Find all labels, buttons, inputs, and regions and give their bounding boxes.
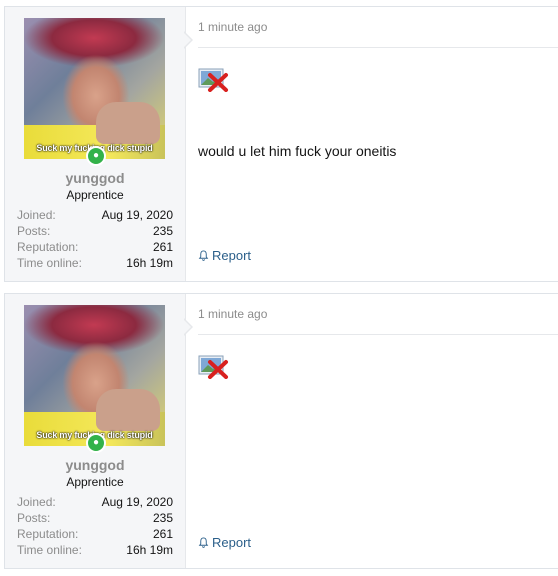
- post: Suck my fucking dick stupid ● yunggod Ap…: [4, 6, 558, 282]
- stat-value: 16h 19m: [126, 256, 173, 270]
- divider: [198, 47, 558, 48]
- report-label: Report: [212, 535, 252, 550]
- user-stats: Joined: Aug 19, 2020 Posts: 235 Reputati…: [17, 494, 173, 558]
- thread-post-list: Suck my fucking dick stupid ● yunggod Ap…: [0, 0, 558, 576]
- stat-value: 235: [152, 511, 173, 525]
- username[interactable]: yunggod: [5, 170, 185, 186]
- avatar-hand: [96, 389, 160, 431]
- stat-label: Posts:: [17, 224, 51, 238]
- stat-time-online: Time online: 16h 19m: [17, 542, 173, 558]
- broken-image-icon: [198, 68, 228, 92]
- user-stats: Joined: Aug 19, 2020 Posts: 235 Reputati…: [17, 207, 173, 271]
- user-avatar[interactable]: Suck my fucking dick stupid: [24, 305, 165, 446]
- post-message: would u let him fuck your oneitis: [198, 143, 397, 159]
- stat-label: Reputation:: [17, 240, 79, 254]
- user-title: Apprentice: [66, 188, 124, 202]
- stat-label: Time online:: [17, 543, 82, 557]
- stat-label: Joined:: [17, 208, 56, 222]
- post-arrow: [183, 31, 193, 49]
- username[interactable]: yunggod: [5, 457, 185, 473]
- stat-value: Aug 19, 2020: [101, 208, 173, 222]
- stat-label: Joined:: [17, 495, 56, 509]
- user-online-icon: ●: [86, 146, 106, 166]
- post-timestamp[interactable]: 1 minute ago: [198, 307, 267, 321]
- user-title: Apprentice: [66, 475, 124, 489]
- stat-posts: Posts: 235: [17, 223, 173, 239]
- stat-value: 16h 19m: [126, 543, 173, 557]
- stat-posts: Posts: 235: [17, 510, 173, 526]
- avatar-hand: [96, 102, 160, 144]
- report-button[interactable]: Report: [198, 535, 251, 550]
- stat-value: 261: [152, 240, 173, 254]
- report-label: Report: [212, 248, 252, 263]
- stat-value: Aug 19, 2020: [101, 495, 173, 509]
- user-online-icon: ●: [86, 433, 106, 453]
- stat-reputation: Reputation: 261: [17, 526, 173, 542]
- post-arrow: [183, 318, 193, 336]
- broken-image-icon: [198, 355, 228, 379]
- stat-label: Posts:: [17, 511, 51, 525]
- stat-reputation: Reputation: 261: [17, 239, 173, 255]
- stat-value: 235: [152, 224, 173, 238]
- post: Suck my fucking dick stupid ● yunggod Ap…: [4, 293, 558, 569]
- bell-icon: [198, 250, 209, 261]
- divider: [198, 334, 558, 335]
- user-avatar[interactable]: Suck my fucking dick stupid: [24, 18, 165, 159]
- stat-time-online: Time online: 16h 19m: [17, 255, 173, 271]
- stat-label: Reputation:: [17, 527, 79, 541]
- post-user-info: Suck my fucking dick stupid ● yunggod Ap…: [5, 7, 186, 281]
- stat-joined: Joined: Aug 19, 2020: [17, 207, 173, 223]
- stat-joined: Joined: Aug 19, 2020: [17, 494, 173, 510]
- bell-icon: [198, 537, 209, 548]
- post-user-info: Suck my fucking dick stupid ● yunggod Ap…: [5, 294, 186, 568]
- post-timestamp[interactable]: 1 minute ago: [198, 20, 267, 34]
- stat-label: Time online:: [17, 256, 82, 270]
- report-button[interactable]: Report: [198, 248, 251, 263]
- stat-value: 261: [152, 527, 173, 541]
